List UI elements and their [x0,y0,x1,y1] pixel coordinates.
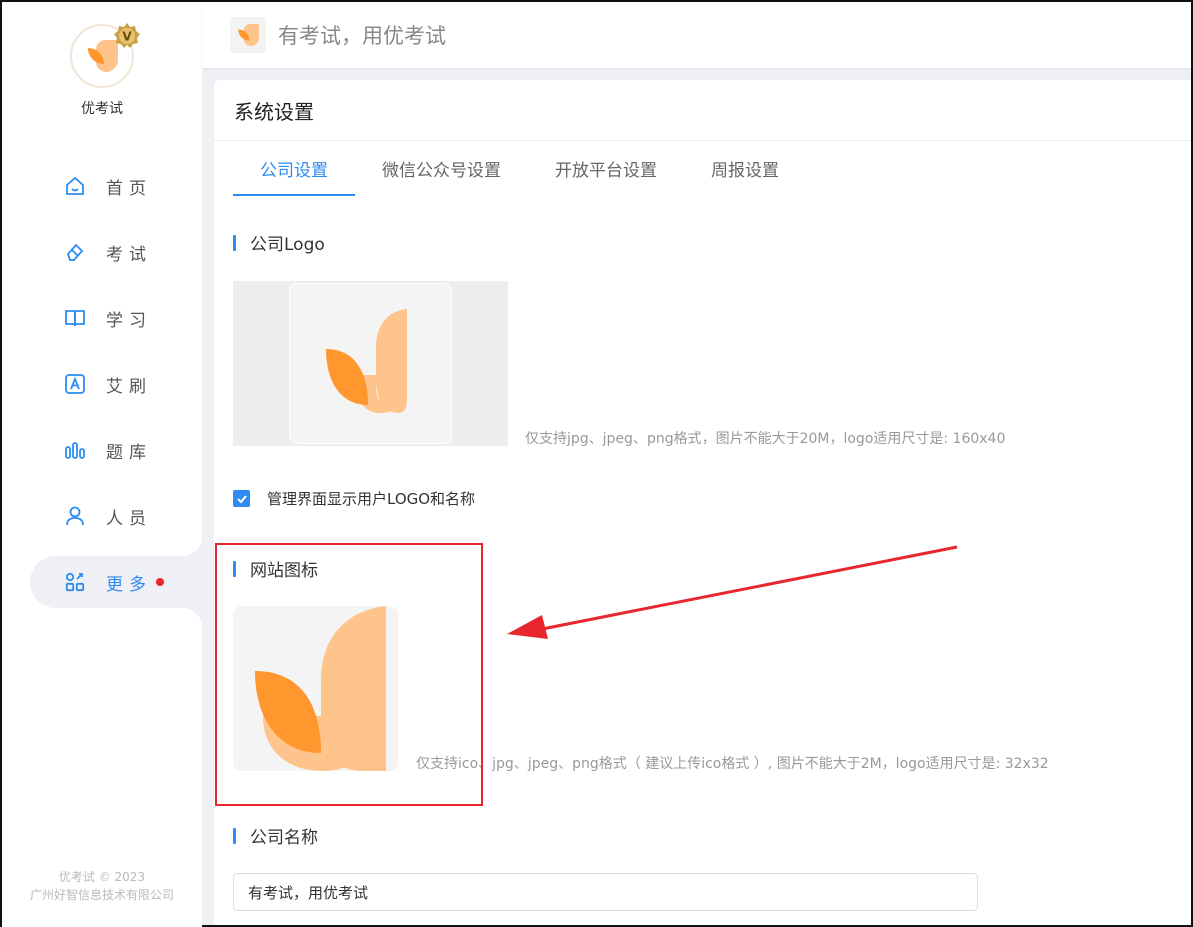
company-logo-image-icon [325,308,407,413]
logo-section-label: 公司Logo [250,235,325,255]
sidebar-item-aishua[interactable]: 艾刷 [2,358,202,410]
brand: V 优考试 [2,2,202,132]
sidebar-item-label: 学习 [106,310,152,331]
tab-weekly-report-settings[interactable]: 周报设置 [684,158,806,196]
show-logo-checkbox[interactable] [233,490,250,507]
settings-tabs: 公司设置 微信公众号设置 开放平台设置 周报设置 [233,158,806,196]
sidebar-item-label: 人员 [106,508,152,529]
company-name-section-title: 公司名称 [233,823,318,848]
section-marker [233,827,236,844]
tab-wechat-settings[interactable]: 微信公众号设置 [355,158,528,196]
sidebar-item-label: 首页 [106,178,152,199]
logo-hint: 仅支持jpg、jpeg、png格式，图片不能大于20M，logo适用尺寸是: 1… [525,431,1006,447]
sidebar-item-label: 考试 [106,244,152,265]
letter-a-icon [64,373,86,395]
company-logo-preview [290,284,451,443]
user-icon [64,505,86,527]
book-icon [64,307,86,329]
company-name-input[interactable] [233,873,978,911]
grid-apps-icon [64,571,86,593]
page-title: 系统设置 [214,80,1191,141]
sidebar-item-exam[interactable]: 考试 [2,226,202,278]
favicon-upload[interactable] [233,606,398,771]
sidebar-nav: 首页 考试 学习 艾刷 题库 人员 更多 [2,160,202,628]
company-logo-upload[interactable] [233,281,508,446]
logo-section-title: 公司Logo [233,230,325,255]
section-marker [233,560,236,577]
sidebar-item-label: 更多 [106,574,152,595]
show-logo-option: 管理界面显示用户LOGO和名称 [233,488,475,509]
topbar-title: 有考试，用优考试 [278,24,446,48]
copyright-line-1: 优考试 © 2023 [58,870,146,884]
tab-open-platform-settings[interactable]: 开放平台设置 [528,158,684,196]
bars-icon [64,439,86,461]
sidebar-item-label: 题库 [106,442,152,463]
sidebar-item-label: 艾刷 [106,376,152,397]
brand-name: 优考试 [81,101,123,117]
favicon-hint: 仅支持ico、jpg、jpeg、png格式（ 建议上传ico格式 ）, 图片不能… [416,756,1049,772]
sidebar-item-learn[interactable]: 学习 [2,292,202,344]
sidebar-item-home[interactable]: 首页 [2,160,202,212]
favicon-section-title: 网站图标 [233,556,318,581]
sidebar-item-more[interactable]: 更多 [30,536,202,628]
svg-text:V: V [122,30,132,44]
vip-badge-icon: V [114,23,140,48]
home-icon [64,175,86,197]
company-name-section-label: 公司名称 [250,828,318,848]
settings-card: 系统设置 公司设置 微信公众号设置 开放平台设置 周报设置 公司Logo 仅支持… [214,80,1191,925]
favicon-image-icon [255,606,386,771]
show-logo-checkbox-label: 管理界面显示用户LOGO和名称 [267,490,476,508]
copyright: 优考试 © 2023 广州好智信息技术有限公司 [2,868,202,904]
topbar-logo-icon [230,17,266,53]
tab-company-settings[interactable]: 公司设置 [233,158,355,196]
topbar: 有考试，用优考试 [202,2,1191,68]
section-marker [233,234,236,251]
sidebar-item-question-bank[interactable]: 题库 [2,424,202,476]
eraser-icon [64,241,86,263]
notification-dot [156,578,164,586]
copyright-line-2: 广州好智信息技术有限公司 [29,888,174,902]
favicon-section-label: 网站图标 [250,561,318,581]
checkmark-icon [236,494,247,503]
sidebar: V 优考试 首页 考试 学习 艾刷 题库 人员 更多 优考试 © 2023 广州… [2,2,202,927]
sidebar-item-people[interactable]: 人员 [2,490,202,542]
